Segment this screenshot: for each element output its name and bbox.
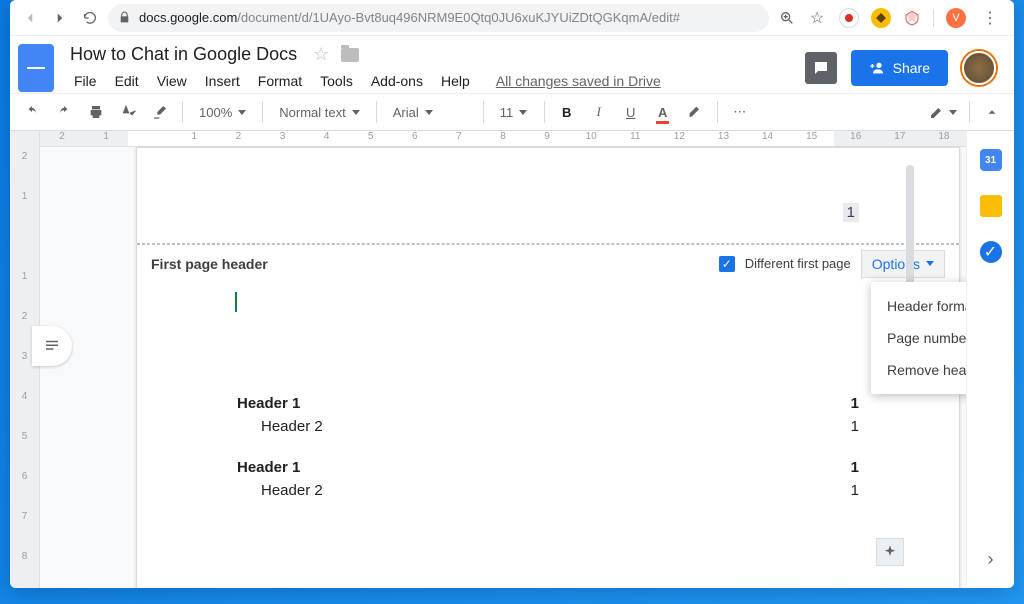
share-button[interactable]: Share <box>851 50 948 86</box>
undo-button[interactable] <box>18 98 46 126</box>
ext-icon-1[interactable] <box>839 8 859 28</box>
more-tools-button[interactable]: ⋯ <box>726 98 754 126</box>
share-label: Share <box>893 60 930 76</box>
bookmark-star-icon[interactable]: ☆ <box>805 6 829 30</box>
menu-bar: File Edit View Insert Format Tools Add-o… <box>66 69 795 93</box>
paint-format-button[interactable] <box>146 98 174 126</box>
side-panel: 31 ✓ › <box>966 131 1014 588</box>
toc-row: Header 11 <box>237 456 859 479</box>
italic-button[interactable]: I <box>585 98 613 126</box>
header-options-menu: Header format Page numbers Remove header <box>871 282 966 394</box>
google-docs-logo[interactable] <box>18 44 54 92</box>
menu-view[interactable]: View <box>149 69 195 93</box>
toc-row: Header 11 <box>237 392 859 415</box>
style-select[interactable]: Normal text <box>271 98 367 126</box>
ext-icon-2[interactable] <box>871 8 891 28</box>
header-label: First page header <box>151 256 268 272</box>
menu-file[interactable]: File <box>66 69 105 93</box>
menu-item-header-format[interactable]: Header format <box>871 290 966 322</box>
bold-button[interactable]: B <box>553 98 581 126</box>
toc-row: Header 21 <box>237 479 859 502</box>
menu-help[interactable]: Help <box>433 69 478 93</box>
different-first-page-checkbox[interactable]: ✓ <box>719 256 735 272</box>
ext-icon-3[interactable] <box>903 9 921 27</box>
fontsize-select[interactable]: 11 <box>492 98 536 126</box>
browser-forward-button[interactable] <box>48 6 72 30</box>
save-status[interactable]: All changes saved in Drive <box>496 73 661 89</box>
collapse-toolbar-button[interactable] <box>978 98 1006 126</box>
menu-item-remove-header[interactable]: Remove header <box>871 354 966 386</box>
header-region[interactable] <box>137 148 959 244</box>
formatting-toolbar: 100% Normal text Arial 11 B I U A ⋯ <box>10 93 1014 131</box>
font-select[interactable]: Arial <box>385 98 475 126</box>
menu-edit[interactable]: Edit <box>107 69 147 93</box>
text-cursor <box>235 292 237 312</box>
browser-profile-avatar[interactable]: V <box>946 8 966 28</box>
address-bar[interactable]: docs.google.com/document/d/1UAyo-Bvt8uq4… <box>108 4 769 32</box>
horizontal-ruler: 21 1 23 45 67 89 1011 1213 1415 1617 18 <box>40 131 966 147</box>
star-icon[interactable]: ☆ <box>313 44 329 65</box>
toc-row: Header 21 <box>237 415 859 438</box>
spellcheck-button[interactable] <box>114 98 142 126</box>
menu-tools[interactable]: Tools <box>312 69 361 93</box>
highlight-button[interactable] <box>681 98 709 126</box>
keep-icon[interactable] <box>980 195 1002 217</box>
menu-format[interactable]: Format <box>250 69 310 93</box>
document-outline-button[interactable] <box>32 326 72 366</box>
zoom-icon[interactable] <box>775 6 799 30</box>
comments-button[interactable] <box>805 52 837 84</box>
different-first-page-label: Different first page <box>745 256 851 271</box>
calendar-icon[interactable]: 31 <box>980 149 1002 171</box>
url-path: /document/d/1UAyo-Bvt8uq496NRM9E0Qtq0JU6… <box>237 10 680 25</box>
header-options-button[interactable]: Options <box>861 250 945 278</box>
zoom-select[interactable]: 100% <box>191 98 254 126</box>
text-color-button[interactable]: A <box>649 98 677 126</box>
lock-icon <box>118 11 131 24</box>
print-button[interactable] <box>82 98 110 126</box>
browser-menu-icon[interactable]: ⋮ <box>978 6 1002 30</box>
underline-button[interactable]: U <box>617 98 645 126</box>
menu-addons[interactable]: Add-ons <box>363 69 431 93</box>
browser-reload-button[interactable] <box>78 6 102 30</box>
document-title[interactable]: How to Chat in Google Docs <box>66 42 301 67</box>
explore-button[interactable] <box>876 538 904 566</box>
document-page[interactable]: 1 First page header ✓ Different first pa… <box>136 147 960 588</box>
url-host: docs.google.com <box>139 10 237 25</box>
browser-back-button[interactable] <box>18 6 42 30</box>
menu-item-page-numbers[interactable]: Page numbers <box>871 322 966 354</box>
move-folder-icon[interactable] <box>341 48 359 62</box>
extension-divider <box>933 9 934 27</box>
editing-mode-button[interactable] <box>925 98 961 126</box>
redo-button[interactable] <box>50 98 78 126</box>
menu-insert[interactable]: Insert <box>197 69 248 93</box>
page-number: 1 <box>843 203 859 222</box>
side-panel-expand-button[interactable]: › <box>988 549 994 570</box>
account-avatar[interactable] <box>962 51 996 85</box>
document-body[interactable]: Header 11 Header 21 Header 11 Header 21 <box>137 282 959 502</box>
tasks-icon[interactable]: ✓ <box>980 241 1002 263</box>
